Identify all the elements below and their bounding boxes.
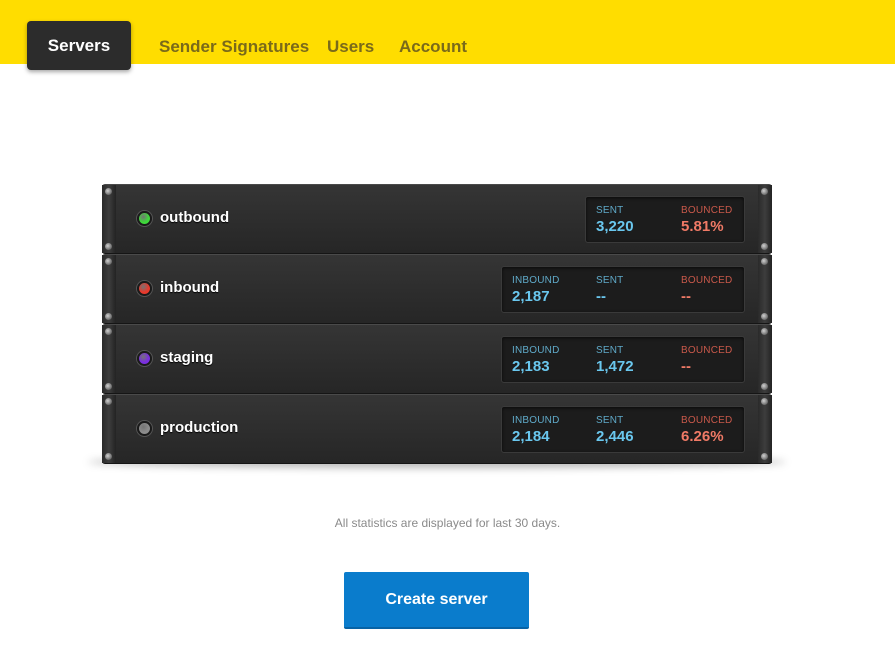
screw-icon (105, 258, 112, 265)
stat-label: INBOUND (512, 275, 560, 286)
screw-icon (761, 328, 768, 335)
server-outbound[interactable]: outbound SENT 3,220 BOUNCED 5.81% (102, 184, 772, 254)
server-inbound[interactable]: inbound INBOUND 2,187 SENT -- BOUNCED -- (102, 254, 772, 324)
screw-icon (761, 313, 768, 320)
stat-sent: SENT 2,446 (596, 415, 634, 445)
stat-label: SENT (596, 275, 624, 286)
stats-panel: INBOUND 2,184 SENT 2,446 BOUNCED 6.26% (501, 406, 745, 453)
stats-panel: INBOUND 2,187 SENT -- BOUNCED -- (501, 266, 745, 313)
screw-icon (105, 243, 112, 250)
stat-bounced: BOUNCED 6.26% (681, 415, 732, 445)
stat-inbound: INBOUND 2,184 (512, 415, 560, 445)
screw-icon (105, 328, 112, 335)
screw-icon (761, 383, 768, 390)
screw-icon (761, 188, 768, 195)
stat-inbound: INBOUND 2,183 (512, 345, 560, 375)
stat-inbound: INBOUND 2,187 (512, 275, 560, 305)
stat-label: SENT (596, 205, 624, 216)
top-nav-bar: Servers Sender Signatures Users Account (0, 0, 895, 70)
stat-label: BOUNCED (681, 415, 733, 426)
screw-icon (105, 398, 112, 405)
screw-icon (761, 453, 768, 460)
rack-rail (102, 325, 116, 393)
server-name: staging (160, 349, 214, 366)
server-name: inbound (160, 279, 220, 296)
stat-value: 1,472 (596, 358, 634, 375)
stat-value: -- (681, 288, 691, 305)
tab-servers[interactable]: Servers (27, 21, 131, 70)
screw-icon (761, 258, 768, 265)
server-staging[interactable]: staging INBOUND 2,183 SENT 1,472 BOUNCED… (102, 324, 772, 394)
stat-label: BOUNCED (681, 345, 733, 356)
stat-bounced: BOUNCED -- (681, 275, 732, 305)
stat-bounced: BOUNCED 5.81% (681, 205, 732, 235)
stat-value: 2,187 (512, 288, 550, 305)
status-dot-icon (137, 421, 152, 436)
stats-panel: INBOUND 2,183 SENT 1,472 BOUNCED -- (501, 336, 745, 383)
stat-value: 2,184 (512, 428, 550, 445)
server-production[interactable]: production INBOUND 2,184 SENT 2,446 BOUN… (102, 394, 772, 464)
rack-rail (758, 395, 772, 463)
stat-value: -- (681, 358, 691, 375)
stat-value: 5.81% (681, 218, 724, 235)
server-rack: outbound SENT 3,220 BOUNCED 5.81% inboun… (102, 184, 772, 464)
screw-icon (105, 453, 112, 460)
stat-label: BOUNCED (681, 205, 733, 216)
stat-label: BOUNCED (681, 275, 733, 286)
tab-sender-signatures[interactable]: Sender Signatures (159, 37, 309, 57)
stat-value: -- (596, 288, 606, 305)
stat-label: INBOUND (512, 415, 560, 426)
stat-bounced: BOUNCED -- (681, 345, 732, 375)
status-dot-icon (137, 351, 152, 366)
tab-account[interactable]: Account (399, 37, 467, 57)
stat-label: SENT (596, 415, 624, 426)
stat-sent: SENT 1,472 (596, 345, 634, 375)
screw-icon (105, 383, 112, 390)
status-dot-icon (137, 211, 152, 226)
rack-rail (758, 325, 772, 393)
stat-sent: SENT 3,220 (596, 205, 634, 235)
statistics-footnote: All statistics are displayed for last 30… (334, 516, 561, 530)
stat-value: 2,446 (596, 428, 634, 445)
stat-label: INBOUND (512, 345, 560, 356)
rack-rail (102, 185, 116, 253)
stat-value: 3,220 (596, 218, 634, 235)
tab-servers-label: Servers (47, 35, 111, 55)
screw-icon (105, 188, 112, 195)
stat-value: 2,183 (512, 358, 550, 375)
screw-icon (105, 313, 112, 320)
screw-icon (761, 398, 768, 405)
rack-rail (758, 185, 772, 253)
tab-users[interactable]: Users (327, 37, 374, 57)
rack-rail (102, 395, 116, 463)
create-server-button[interactable]: Create server (344, 572, 529, 629)
stat-value: 6.26% (681, 428, 724, 445)
status-dot-icon (137, 281, 152, 296)
screw-icon (761, 243, 768, 250)
server-name: outbound (160, 209, 230, 226)
stat-label: SENT (596, 345, 624, 356)
rack-rail (758, 255, 772, 323)
stats-panel: SENT 3,220 BOUNCED 5.81% (585, 196, 745, 243)
server-name: production (160, 419, 239, 436)
stat-sent: SENT -- (596, 275, 623, 305)
rack-rail (102, 255, 116, 323)
